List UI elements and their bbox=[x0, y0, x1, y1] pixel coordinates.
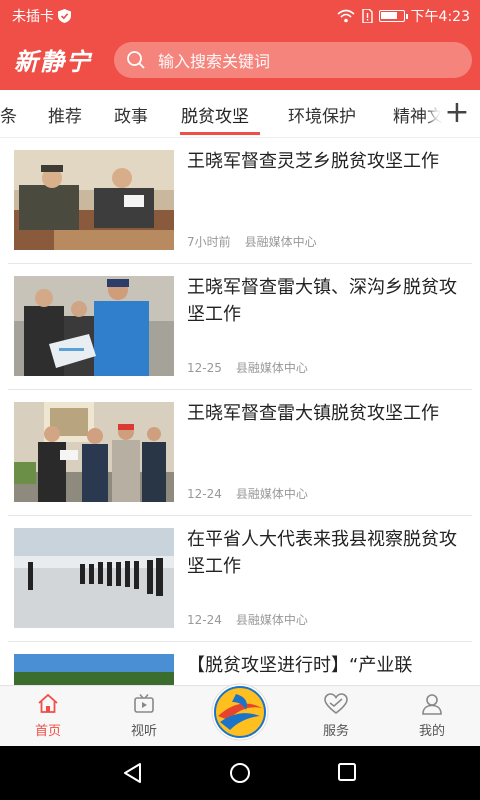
news-thumbnail bbox=[14, 150, 174, 250]
nav-profile[interactable]: 我的 bbox=[402, 692, 462, 739]
clock-text: 下午4:23 bbox=[410, 9, 470, 25]
nav-services[interactable]: 服务 bbox=[306, 692, 366, 739]
category-tabs: 条 推荐 政事 脱贫攻坚 环境保护 精神文 + bbox=[0, 90, 480, 138]
news-source: 县融媒体中心 bbox=[235, 613, 308, 627]
wifi-icon bbox=[337, 9, 355, 23]
battery-icon bbox=[378, 10, 408, 22]
list-item[interactable]: 王晓军督查雷大镇脱贫攻坚工作 12-24 县融媒体中心 bbox=[0, 390, 480, 516]
news-source: 县融媒体中心 bbox=[235, 487, 308, 501]
search-icon bbox=[127, 51, 145, 69]
heart-icon bbox=[324, 693, 348, 715]
home-circle-icon[interactable] bbox=[229, 762, 251, 784]
tab-poverty-alleviation[interactable]: 脱贫攻坚 bbox=[181, 102, 249, 127]
brand-logo-icon[interactable] bbox=[210, 682, 270, 742]
nav-profile-label: 我的 bbox=[418, 724, 445, 739]
news-thumbnail bbox=[14, 402, 174, 502]
tab-recommend[interactable]: 推荐 bbox=[48, 102, 82, 127]
search-placeholder: 输入搜索关键词 bbox=[158, 52, 271, 71]
home-icon bbox=[38, 693, 58, 713]
app-header-area: 未插卡 下午4:23 新静宁 输入搜索关键词 bbox=[0, 0, 480, 90]
nav-audiovisual-label: 视听 bbox=[130, 724, 157, 739]
news-thumbnail bbox=[14, 276, 174, 376]
news-time: 12-25 bbox=[187, 361, 222, 375]
news-list: 王晓军督查灵芝乡脱贫攻坚工作 7小时前 县融媒体中心 王晓军督查雷大镇、深沟乡脱贫… bbox=[0, 138, 480, 685]
list-item[interactable]: 【脱贫攻坚进行时】“产业联 bbox=[0, 642, 480, 685]
status-bar: 未插卡 下午4:23 bbox=[0, 0, 480, 32]
carrier-text: 未插卡 bbox=[12, 9, 54, 25]
user-icon bbox=[422, 694, 442, 715]
tv-icon bbox=[134, 694, 154, 713]
list-item[interactable]: 王晓军督查雷大镇、深沟乡脱贫攻坚工作 12-25 县融媒体中心 bbox=[0, 264, 480, 390]
news-thumbnail bbox=[14, 528, 174, 628]
tab-politics[interactable]: 政事 bbox=[114, 102, 148, 127]
active-tab-indicator bbox=[180, 132, 260, 135]
nav-home-label: 首页 bbox=[34, 724, 61, 739]
battery-level bbox=[380, 12, 398, 19]
news-meta: 12-24 县融媒体中心 bbox=[187, 485, 308, 502]
news-source: 县融媒体中心 bbox=[235, 361, 308, 375]
search-input[interactable]: 输入搜索关键词 bbox=[114, 42, 472, 78]
news-title: 在平省人大代表来我县视察脱贫攻坚工作 bbox=[187, 529, 457, 577]
app-logo[interactable]: 新静宁 bbox=[14, 42, 92, 77]
news-title: 王晓军督查雷大镇、深沟乡脱贫攻坚工作 bbox=[187, 277, 457, 325]
system-navigation-bar bbox=[0, 746, 480, 800]
tab-environment[interactable]: 环境保护 bbox=[288, 102, 356, 127]
status-right: 下午4:23 bbox=[337, 6, 470, 26]
sim-alert-icon bbox=[361, 9, 373, 23]
news-time: 7小时前 bbox=[187, 235, 231, 249]
list-item[interactable]: 王晓军督查灵芝乡脱贫攻坚工作 7小时前 县融媒体中心 bbox=[0, 138, 480, 264]
add-channel-icon[interactable]: + bbox=[442, 96, 472, 130]
news-meta: 7小时前 县融媒体中心 bbox=[187, 233, 317, 250]
shield-check-icon bbox=[58, 9, 71, 23]
nav-services-label: 服务 bbox=[322, 724, 349, 739]
status-left: 未插卡 bbox=[12, 6, 71, 26]
nav-audiovisual[interactable]: 视听 bbox=[114, 692, 174, 739]
tab-spiritual-civilization[interactable]: 精神文 bbox=[393, 102, 444, 127]
news-meta: 12-24 县融媒体中心 bbox=[187, 611, 308, 628]
nav-home[interactable]: 首页 bbox=[18, 692, 78, 739]
list-item[interactable]: 在平省人大代表来我县视察脱贫攻坚工作 12-24 县融媒体中心 bbox=[0, 516, 480, 642]
header-bar: 新静宁 输入搜索关键词 bbox=[0, 32, 480, 90]
news-title: 王晓军督查雷大镇脱贫攻坚工作 bbox=[187, 403, 439, 424]
recents-icon[interactable] bbox=[337, 762, 357, 782]
news-title: 王晓军督查灵芝乡脱贫攻坚工作 bbox=[187, 151, 439, 172]
news-title: 【脱贫攻坚进行时】“产业联 bbox=[187, 655, 413, 676]
news-time: 12-24 bbox=[187, 487, 222, 501]
news-time: 12-24 bbox=[187, 613, 222, 627]
bottom-navigation: 首页 视听 服务 我的 bbox=[0, 682, 480, 746]
back-icon[interactable] bbox=[122, 762, 144, 784]
tab-headline[interactable]: 条 bbox=[0, 102, 17, 127]
news-meta: 12-25 县融媒体中心 bbox=[187, 359, 308, 376]
news-source: 县融媒体中心 bbox=[244, 235, 317, 249]
news-thumbnail bbox=[14, 654, 174, 685]
